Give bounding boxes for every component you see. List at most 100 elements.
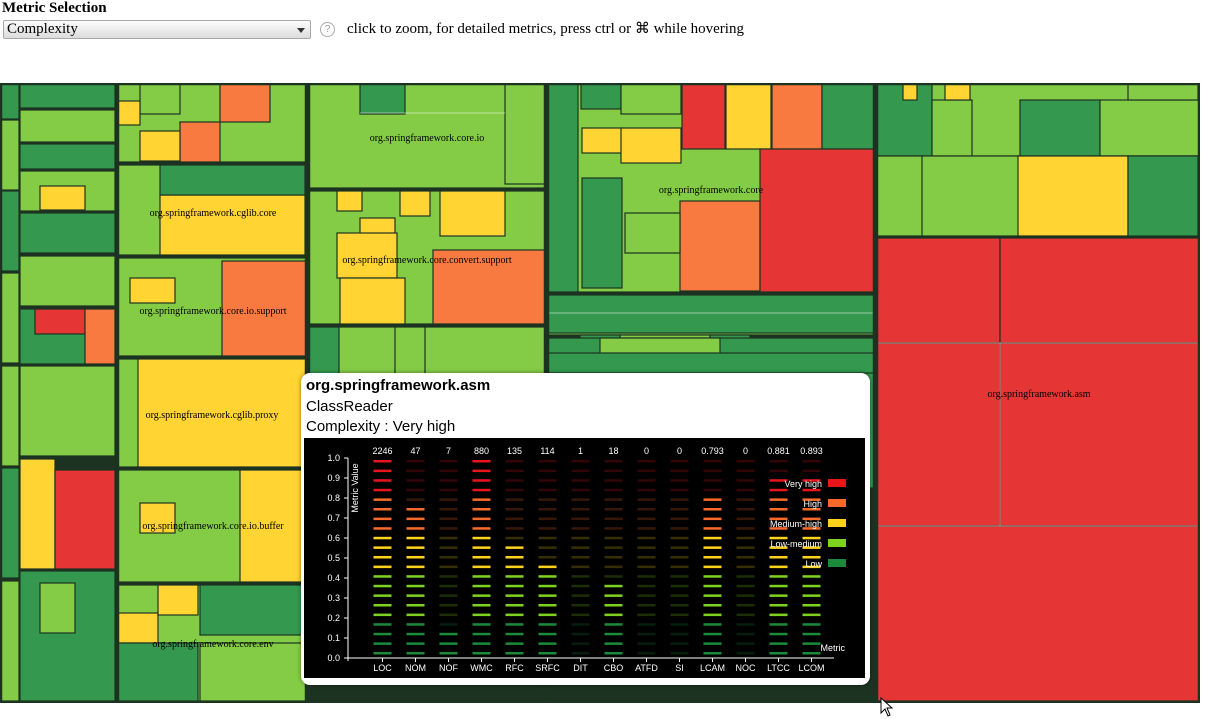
tooltip-metric-line: Complexity : Very high: [306, 418, 456, 435]
metric-bar-segment: [802, 632, 821, 636]
treemap-cell[interactable]: [339, 277, 406, 325]
treemap-cell[interactable]: [581, 177, 623, 289]
treemap-cell[interactable]: [199, 584, 307, 636]
treemap-cell[interactable]: [34, 308, 86, 335]
treemap-cell[interactable]: [0, 580, 20, 702]
treemap-cell[interactable]: [876, 342, 1001, 527]
treemap-cell[interactable]: [19, 212, 116, 254]
chevron-down-icon[interactable]: [297, 28, 305, 33]
treemap-cell[interactable]: [336, 190, 363, 212]
treemap-cell[interactable]: [117, 358, 139, 468]
treemap-cell[interactable]: [359, 83, 406, 115]
bar-value-label: 47: [410, 446, 420, 456]
treemap-cell[interactable]: [999, 342, 1200, 527]
treemap-cell[interactable]: [159, 164, 306, 196]
treemap-cell[interactable]: [1019, 99, 1101, 157]
treemap-cell[interactable]: [219, 83, 271, 123]
metric-bar-segment: [373, 642, 392, 645]
treemap-cell[interactable]: [399, 190, 431, 217]
metric-bar-segment: [505, 604, 524, 607]
treemap-cell[interactable]: [725, 83, 772, 150]
treemap-cell[interactable]: [771, 83, 823, 150]
treemap-cell[interactable]: [581, 127, 623, 154]
treemap-cell[interactable]: [1099, 99, 1200, 157]
treemap-cell[interactable]: [19, 143, 116, 170]
treemap-cell[interactable]: [679, 200, 761, 292]
metric-bar-segment: [439, 642, 458, 645]
treemap-cell[interactable]: [117, 642, 199, 702]
treemap-cell[interactable]: [944, 83, 971, 101]
treemap-cell[interactable]: [139, 130, 181, 162]
treemap-cell[interactable]: [0, 365, 20, 467]
x-tick-label: RFC: [505, 663, 524, 673]
treemap-cell[interactable]: [0, 119, 20, 191]
metric-bar-segment: [802, 575, 821, 578]
treemap-cell[interactable]: [620, 83, 682, 115]
bar-value-label: 0: [677, 446, 682, 456]
treemap-cell[interactable]: [821, 83, 875, 150]
treemap-cell[interactable]: [0, 467, 20, 579]
treemap-cell[interactable]: [547, 294, 875, 334]
treemap-cell[interactable]: [159, 194, 306, 256]
treemap-cell[interactable]: [19, 255, 116, 307]
metric-bar-segment: [604, 623, 623, 626]
treemap-cell[interactable]: [84, 308, 116, 365]
metric-bar-segment: [373, 604, 392, 607]
metric-bar-segment: [703, 479, 722, 482]
metric-bar-segment: [670, 527, 689, 530]
treemap-cell[interactable]: [547, 352, 875, 374]
treemap-cell[interactable]: [19, 365, 116, 457]
treemap-cell[interactable]: [876, 237, 1001, 344]
bar-value-label: 7: [446, 446, 451, 456]
treemap-cell[interactable]: [439, 190, 506, 237]
treemap-cell[interactable]: [39, 185, 86, 211]
metric-bar-segment: [538, 623, 557, 626]
treemap-cell[interactable]: [179, 121, 221, 163]
metric-bar-segment: [670, 613, 689, 617]
metric-bar-segment: [637, 536, 656, 540]
metric-bar-segment: [802, 488, 821, 492]
treemap-cell[interactable]: [1017, 155, 1129, 237]
legend-swatch: [828, 479, 846, 487]
treemap-cell[interactable]: [19, 83, 116, 109]
treemap-cell[interactable]: [54, 469, 116, 570]
metric-bar-segment: [472, 469, 491, 473]
treemap-cell[interactable]: [1127, 155, 1199, 237]
metric-bar-segment: [472, 652, 491, 655]
treemap-cell[interactable]: [547, 83, 579, 293]
treemap-cell[interactable]: [902, 83, 918, 101]
treemap-cell[interactable]: [504, 83, 546, 185]
treemap-cell[interactable]: [19, 109, 116, 143]
treemap-cell[interactable]: [620, 127, 682, 164]
treemap-cell[interactable]: [199, 642, 307, 702]
treemap-cell[interactable]: [876, 155, 923, 237]
treemap-cell[interactable]: [999, 237, 1200, 344]
treemap-cell[interactable]: [117, 100, 141, 126]
treemap-cell[interactable]: [0, 190, 20, 272]
treemap-cell[interactable]: [157, 584, 199, 616]
metric-bar-segment: [406, 604, 425, 607]
treemap-cell[interactable]: [0, 272, 20, 364]
metric-select[interactable]: Complexity: [3, 20, 311, 39]
treemap-cell[interactable]: [0, 83, 20, 120]
treemap-cell[interactable]: [759, 148, 875, 293]
treemap-cell[interactable]: [139, 83, 181, 115]
metric-bar-segment: [439, 594, 458, 597]
treemap-cell[interactable]: [19, 458, 56, 570]
metric-bar-segment: [505, 517, 524, 521]
metric-bar-segment: [538, 652, 557, 655]
treemap-cell[interactable]: [129, 277, 176, 304]
metric-bar-segment: [472, 488, 491, 492]
treemap-cell[interactable]: [876, 525, 1200, 702]
x-tick-label: ATFD: [635, 663, 658, 673]
treemap-cell[interactable]: [681, 83, 726, 150]
treemap-cell[interactable]: [931, 99, 973, 157]
treemap-cell[interactable]: [580, 83, 622, 110]
metric-bar-segment: [472, 642, 491, 645]
metric-bar-segment: [439, 460, 458, 463]
treemap-cell[interactable]: [39, 582, 76, 634]
help-icon[interactable]: ?: [320, 22, 335, 37]
treemap-cell[interactable]: [1127, 83, 1199, 101]
treemap-cell[interactable]: [624, 212, 681, 254]
zoom-hint: click to zoom, for detailed metrics, pre…: [347, 21, 744, 37]
